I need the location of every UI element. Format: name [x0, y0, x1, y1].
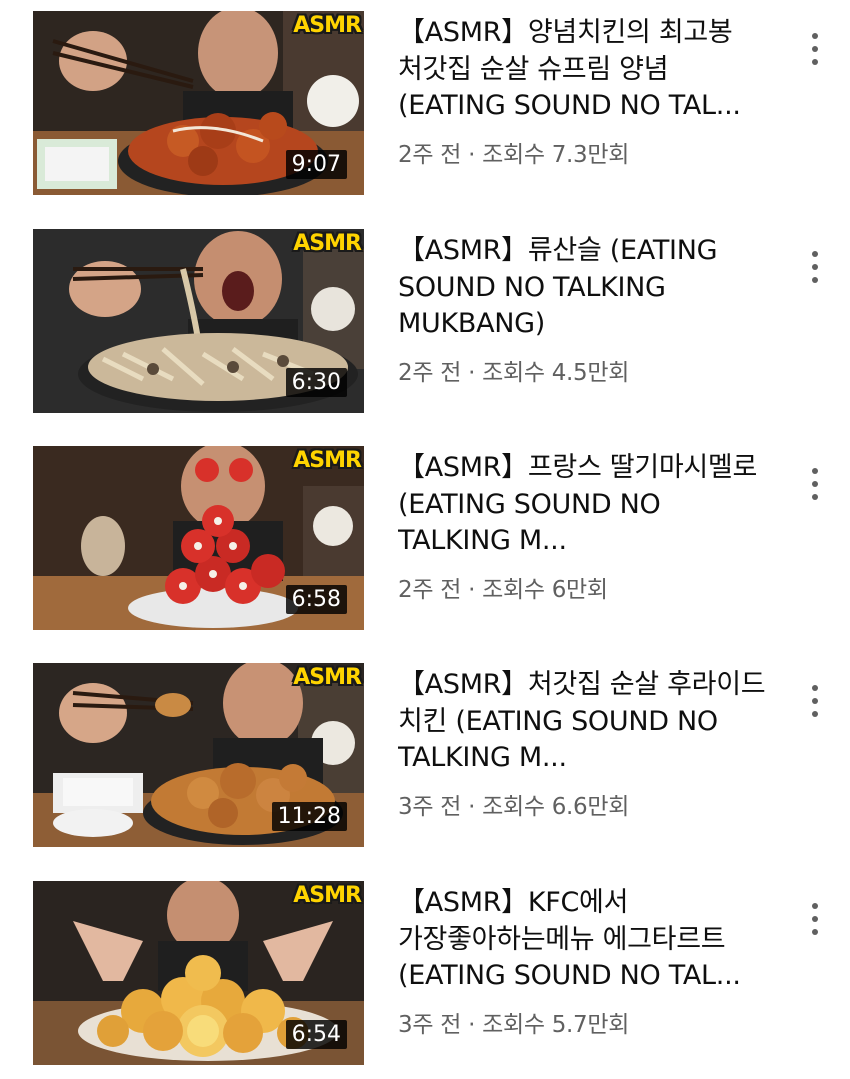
- asmr-badge: ASMR: [293, 13, 362, 38]
- video-duration: 6:58: [285, 585, 347, 614]
- view-count: 조회수 6.6만회: [482, 793, 630, 820]
- upload-age: 2주 전: [398, 359, 462, 386]
- upload-age: 2주 전: [398, 141, 462, 168]
- meta-separator: ·: [461, 1011, 483, 1038]
- asmr-badge: ASMR: [293, 448, 362, 473]
- view-count: 조회수 4.5만회: [482, 359, 630, 386]
- video-meta: 【ASMR】양념치킨의 최고봉 처갓집 순살 슈프림 양념 (EATING SO…: [398, 15, 778, 169]
- meta-separator: ·: [461, 141, 483, 168]
- video-subtitle: 2주 전 · 조회수 6만회: [398, 570, 778, 604]
- video-item[interactable]: ASMR 9:07 【ASMR】양념치킨의 최고봉 처갓집 순살 슈프림 양념 …: [0, 11, 850, 195]
- video-subtitle: 2주 전 · 조회수 7.3만회: [398, 135, 778, 169]
- video-title[interactable]: 【ASMR】류산슬 (EATING SOUND NO TALKING MUKBA…: [398, 233, 778, 343]
- video-title[interactable]: 【ASMR】KFC에서 가장좋아하는메뉴 에그타르트 (EATING SOUND…: [398, 885, 778, 995]
- view-count: 조회수 7.3만회: [482, 141, 630, 168]
- more-options-icon[interactable]: [800, 679, 830, 723]
- video-meta: 【ASMR】프랑스 딸기마시멜로 (EATING SOUND NO TALKIN…: [398, 450, 778, 604]
- meta-separator: ·: [461, 576, 483, 603]
- meta-separator: ·: [461, 793, 483, 820]
- video-title[interactable]: 【ASMR】프랑스 딸기마시멜로 (EATING SOUND NO TALKIN…: [398, 450, 778, 560]
- video-title[interactable]: 【ASMR】양념치킨의 최고봉 처갓집 순살 슈프림 양념 (EATING SO…: [398, 15, 778, 125]
- view-count: 조회수 6만회: [482, 576, 608, 603]
- upload-age: 3주 전: [398, 793, 462, 820]
- video-item[interactable]: ASMR 6:58 【ASMR】프랑스 딸기마시멜로 (EATING SOUND…: [0, 446, 850, 630]
- video-duration: 6:54: [285, 1020, 347, 1049]
- video-meta: 【ASMR】KFC에서 가장좋아하는메뉴 에그타르트 (EATING SOUND…: [398, 885, 778, 1039]
- video-item[interactable]: ASMR 11:28 【ASMR】처갓집 순살 후라이드 치킨 (EATING …: [0, 663, 850, 847]
- video-duration: 6:30: [285, 368, 347, 397]
- video-thumbnail[interactable]: ASMR 6:58: [33, 446, 364, 630]
- video-duration: 9:07: [285, 150, 347, 179]
- upload-age: 3주 전: [398, 1011, 462, 1038]
- video-thumbnail[interactable]: ASMR 9:07: [33, 11, 364, 195]
- video-item[interactable]: ASMR 6:54 【ASMR】KFC에서 가장좋아하는메뉴 에그타르트 (EA…: [0, 881, 850, 1065]
- upload-age: 2주 전: [398, 576, 462, 603]
- video-thumbnail[interactable]: ASMR 6:54: [33, 881, 364, 1065]
- video-thumbnail[interactable]: ASMR 6:30: [33, 229, 364, 413]
- video-meta: 【ASMR】처갓집 순살 후라이드 치킨 (EATING SOUND NO TA…: [398, 667, 778, 821]
- more-options-icon[interactable]: [800, 27, 830, 71]
- more-options-icon[interactable]: [800, 462, 830, 506]
- asmr-badge: ASMR: [293, 231, 362, 256]
- asmr-badge: ASMR: [293, 883, 362, 908]
- video-subtitle: 3주 전 · 조회수 5.7만회: [398, 1005, 778, 1039]
- video-subtitle: 3주 전 · 조회수 6.6만회: [398, 787, 778, 821]
- more-options-icon[interactable]: [800, 897, 830, 941]
- more-options-icon[interactable]: [800, 245, 830, 289]
- video-title[interactable]: 【ASMR】처갓집 순살 후라이드 치킨 (EATING SOUND NO TA…: [398, 667, 778, 777]
- video-item[interactable]: ASMR 6:30 【ASMR】류산슬 (EATING SOUND NO TAL…: [0, 229, 850, 413]
- meta-separator: ·: [461, 359, 483, 386]
- video-duration: 11:28: [271, 802, 347, 831]
- asmr-badge: ASMR: [293, 665, 362, 690]
- video-thumbnail[interactable]: ASMR 11:28: [33, 663, 364, 847]
- video-subtitle: 2주 전 · 조회수 4.5만회: [398, 353, 778, 387]
- view-count: 조회수 5.7만회: [482, 1011, 630, 1038]
- video-meta: 【ASMR】류산슬 (EATING SOUND NO TALKING MUKBA…: [398, 233, 778, 387]
